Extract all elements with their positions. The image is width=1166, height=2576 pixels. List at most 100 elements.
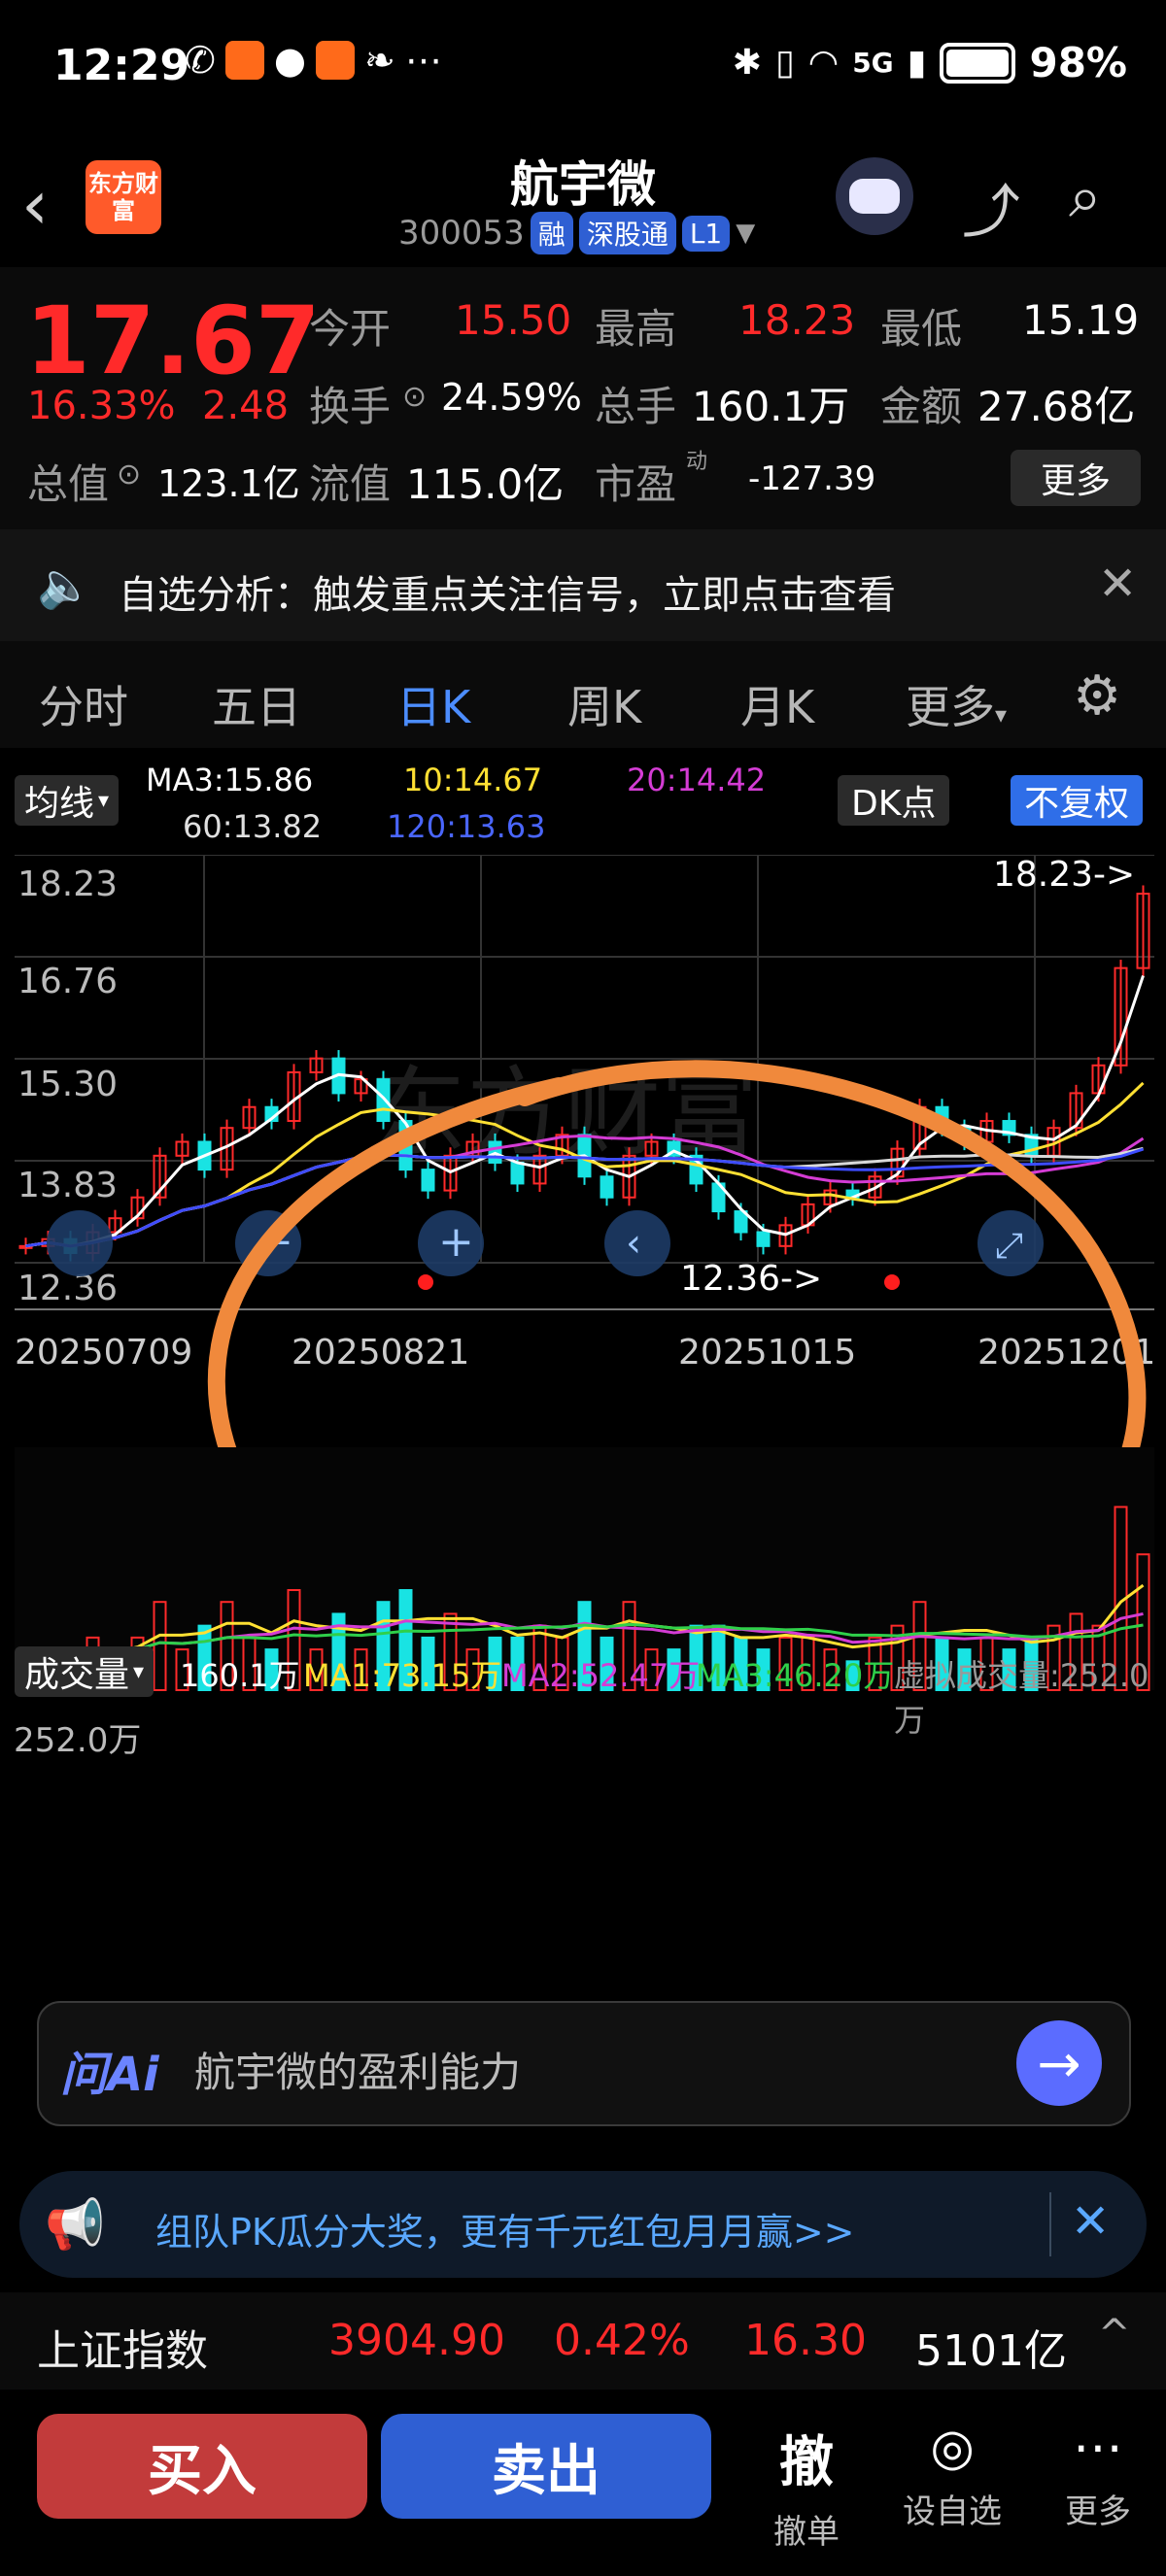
tab-more[interactable]: 更多▾ xyxy=(906,672,1007,736)
info-circle-icon[interactable]: ⊙ xyxy=(402,380,427,414)
zoom-out-button[interactable] xyxy=(47,1210,113,1276)
info-circle-icon[interactable]: ⊙ xyxy=(117,458,141,491)
mktcap-value: 123.1亿 xyxy=(157,462,300,505)
y-tick-0: 18.23 xyxy=(17,864,118,904)
status-time: 12:29 xyxy=(53,41,190,90)
signal-dot xyxy=(418,1274,433,1290)
volume-selector-label: 成交量 xyxy=(24,1655,130,1695)
stock-code: 300053 xyxy=(398,214,525,253)
candle-body xyxy=(756,1231,771,1247)
chart-tabs: 分时 五日 日K 周K 月K 更多▾ ⚙ xyxy=(0,641,1166,758)
gear-icon[interactable]: ⚙ xyxy=(1073,664,1121,728)
float-label: 流值 xyxy=(309,460,392,508)
volume-label: 总手 xyxy=(595,383,677,430)
wifi-icon: ◠ xyxy=(807,43,840,83)
volume-y-max: 252.0万 xyxy=(14,1721,142,1760)
promo-banner[interactable]: 📢 组队PK瓜分大奖，更有千元红包月月赢>> ✕ xyxy=(19,2171,1147,2278)
index-ticker[interactable]: 上证指数 3904.90 0.42% 16.30 5101亿 ^ xyxy=(0,2292,1166,2390)
low-label: 最低 xyxy=(880,305,963,353)
buy-button[interactable]: 买入 xyxy=(37,2414,367,2519)
tab-monthly-k[interactable]: 月K xyxy=(740,672,814,736)
no-adjust-button[interactable]: 不复权 xyxy=(1011,775,1144,826)
status-bar: 12:29 ✆ ● ❧ ⋯ ✱ ▯ ◠ 5G ▮ 98% xyxy=(0,0,1166,146)
volume-selector[interactable]: 成交量 ▾ xyxy=(15,1646,154,1697)
more-quote-button[interactable]: 更多 xyxy=(1011,450,1141,506)
ma20-label: 20:14.42 xyxy=(627,762,767,798)
low-value: 15.19 xyxy=(1022,296,1140,344)
kline-panel: 均线 ▾ MA3:15.86 10:14.67 20:14.42 60:13.8… xyxy=(0,748,1166,1977)
status-left-icons: ✆ ● ❧ ⋯ xyxy=(185,39,442,82)
volume-current: 160.1万 xyxy=(180,1657,300,1694)
open-value: 15.50 xyxy=(455,296,572,344)
ai-question-box[interactable]: 问Ai 航宇微的盈利能力 → xyxy=(37,2001,1131,2126)
add-watchlist-button[interactable]: ◎ 设自选 xyxy=(884,2419,1020,2532)
candle-body xyxy=(376,1078,391,1123)
tag-margin: 融 xyxy=(530,212,573,254)
search-icon[interactable]: ⌕ xyxy=(1069,163,1102,231)
sell-button[interactable]: 卖出 xyxy=(381,2414,711,2519)
tag-connect: 深股通 xyxy=(578,212,676,254)
bottom-trade-bar: 买入 卖出 撤 撤单 ◎ 设自选 ⋯ 更多 xyxy=(0,2390,1166,2576)
x-tick-2: 20251015 xyxy=(678,1333,856,1373)
notice-banner[interactable]: 🔈 自选分析：触发重点关注信号，立即点击查看 ✕ xyxy=(0,529,1166,641)
tab-daily-k[interactable]: 日K xyxy=(396,672,471,758)
ma120-label: 120:13.63 xyxy=(387,808,546,845)
vibrate-icon: ▯ xyxy=(774,43,795,83)
feather-icon: ❧ xyxy=(364,39,395,82)
speaker-icon: 🔈 xyxy=(37,559,93,611)
max-label: 18.23-> xyxy=(993,855,1135,895)
pe-value: -127.39 xyxy=(748,459,876,498)
ma-selector[interactable]: 均线 ▾ xyxy=(15,775,120,826)
ai-prompt-text: 航宇微的盈利能力 xyxy=(194,2049,522,2096)
x-tick-1: 20250821 xyxy=(292,1333,469,1373)
target-icon: ◎ xyxy=(930,2419,975,2477)
close-icon[interactable]: ✕ xyxy=(1098,557,1137,611)
virtual-volume-label: 虚拟成交量:252.0万 xyxy=(894,1657,1149,1739)
tab-intraday[interactable]: 分时 xyxy=(39,672,128,736)
tag-level: L1 xyxy=(681,215,731,252)
more-actions-button[interactable]: ⋯ 更多 xyxy=(1030,2419,1166,2532)
y-tick-4: 12.36 xyxy=(17,1269,118,1308)
robot-assistant-icon[interactable] xyxy=(836,157,913,235)
candle-body xyxy=(510,1161,525,1185)
ma10-label: 10:14.67 xyxy=(403,762,543,798)
stock-header: ‹ 东方财富 航宇微 300053 融 深股通 L1 ▼ ⤴ ⌕ xyxy=(0,146,1166,267)
wechat-icon: ● xyxy=(273,39,307,82)
add-watchlist-label: 设自选 xyxy=(903,2492,1002,2531)
last-price: 17.67 xyxy=(25,287,321,395)
share-icon[interactable]: ⤴ xyxy=(962,165,1020,250)
ma-selector-label: 均线 xyxy=(24,784,95,824)
cancel-order-button[interactable]: 撤 撤单 xyxy=(738,2419,874,2553)
missed-call-icon: ✆ xyxy=(185,39,216,82)
app-person-icon xyxy=(316,41,356,80)
caret-down-icon: ▾ xyxy=(133,1659,145,1684)
close-icon[interactable]: ✕ xyxy=(1071,2194,1110,2249)
status-right: ✱ ▯ ◠ 5G ▮ 98% xyxy=(733,39,1127,86)
amount-value: 27.68亿 xyxy=(977,383,1136,430)
divider xyxy=(1049,2192,1051,2256)
expand-icon: ⤢ xyxy=(995,1226,1023,1266)
change-pct: 16.33% xyxy=(27,384,176,428)
more-dots-icon: ⋯ xyxy=(404,39,442,82)
tab-five-day[interactable]: 五日 xyxy=(212,672,301,736)
promo-text: 组队PK瓜分大奖，更有千元红包月月赢>> xyxy=(155,2211,855,2254)
ai-logo: 问Ai xyxy=(60,2048,159,2102)
notice-text: 自选分析：触发重点关注信号，立即点击查看 xyxy=(119,573,896,618)
arrow-right-icon[interactable]: → xyxy=(1016,2020,1102,2106)
vol-ma3-label: MA3:46.20万 xyxy=(696,1657,895,1694)
stock-code-row[interactable]: 300053 融 深股通 L1 ▼ xyxy=(398,212,755,254)
tab-weekly-k[interactable]: 周K xyxy=(567,672,641,736)
turnover-value: 24.59% xyxy=(441,376,582,419)
chevron-up-icon[interactable]: ^ xyxy=(1098,2312,1131,2356)
more-dots-icon: ⋯ xyxy=(1073,2419,1123,2477)
dk-point-toggle[interactable]: DK点 xyxy=(838,775,950,826)
volume-value: 160.1万 xyxy=(692,383,850,430)
index-change: 16.30 xyxy=(744,2316,867,2365)
megaphone-icon: 📢 xyxy=(45,2196,106,2253)
caret-down-icon: ▾ xyxy=(98,788,110,813)
more-actions-label: 更多 xyxy=(1065,2492,1131,2531)
quote-panel: 17.67 16.33% 2.48 今开 15.50 最高 18.23 最低 1… xyxy=(0,267,1166,529)
y-tick-3: 13.83 xyxy=(17,1166,118,1205)
index-name: 上证指数 xyxy=(37,2326,208,2376)
signal-dot xyxy=(884,1274,900,1290)
